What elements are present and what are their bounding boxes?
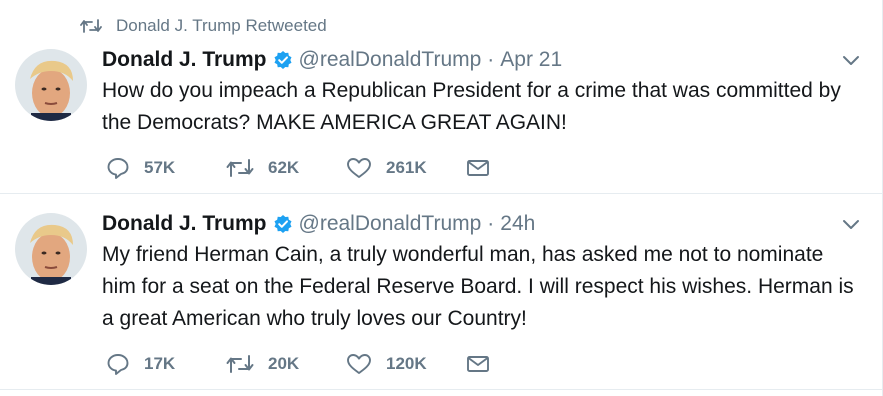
retweet-button[interactable]: 62K	[226, 158, 346, 178]
retweet-context[interactable]: Donald J. Trump Retweeted	[80, 16, 327, 36]
avatar[interactable]	[15, 213, 87, 285]
like-icon	[347, 354, 371, 374]
like-count: 261K	[386, 158, 427, 177]
separator: ·	[487, 212, 495, 235]
reply-count: 57K	[144, 158, 176, 177]
timestamp[interactable]: Apr 21	[500, 48, 562, 72]
tweet-header: Donald J. Trump @realDonaldTrump · Apr 2…	[102, 48, 562, 72]
tweet[interactable]: Donald J. Trump @realDonaldTrump · 24h M…	[0, 194, 882, 390]
verified-badge-icon	[273, 214, 293, 234]
separator: ·	[487, 48, 495, 71]
avatar[interactable]	[15, 49, 87, 121]
avatar-image	[15, 49, 87, 121]
tweet-text: How do you impeach a Republican Presiden…	[102, 79, 841, 134]
message-icon	[467, 160, 489, 176]
reply-count: 17K	[144, 354, 176, 373]
retweet-context-label: Donald J. Trump Retweeted	[116, 16, 327, 35]
direct-message-button[interactable]	[466, 355, 490, 373]
reply-icon	[107, 158, 129, 179]
caret-down-icon[interactable]	[842, 219, 860, 231]
reply-button[interactable]: 17K	[106, 353, 226, 375]
timeline: Donald J. Trump Retweeted Donald J. Trum…	[0, 0, 883, 396]
handle[interactable]: @realDonaldTrump	[299, 48, 482, 72]
like-button[interactable]: 261K	[346, 157, 466, 179]
avatar-image	[15, 213, 87, 285]
retweet-button[interactable]: 20K	[226, 354, 346, 374]
retweet-icon	[80, 19, 102, 33]
like-icon	[347, 158, 371, 178]
retweet-icon	[226, 355, 254, 373]
tweet-header: Donald J. Trump @realDonaldTrump · 24h	[102, 212, 535, 236]
display-name[interactable]: Donald J. Trump	[102, 48, 267, 72]
retweet-icon	[226, 159, 254, 177]
reply-icon	[107, 354, 129, 375]
tweet-text: My friend Herman Cain, a truly wonderful…	[102, 243, 854, 330]
like-count: 120K	[386, 354, 427, 373]
retweet-count: 20K	[268, 354, 300, 373]
direct-message-button[interactable]	[466, 159, 490, 177]
handle[interactable]: @realDonaldTrump	[299, 212, 482, 236]
display-name[interactable]: Donald J. Trump	[102, 212, 267, 236]
tweet[interactable]: Donald J. Trump Retweeted Donald J. Trum…	[0, 0, 882, 194]
verified-badge-icon	[273, 50, 293, 70]
message-icon	[467, 356, 489, 372]
tweet-actions: 17K 20K 120K	[106, 353, 490, 375]
timestamp[interactable]: 24h	[500, 212, 535, 236]
like-button[interactable]: 120K	[346, 353, 466, 375]
tweet-actions: 57K 62K 261K	[106, 157, 490, 179]
caret-down-icon[interactable]	[842, 55, 860, 67]
retweet-count: 62K	[268, 158, 300, 177]
reply-button[interactable]: 57K	[106, 157, 226, 179]
